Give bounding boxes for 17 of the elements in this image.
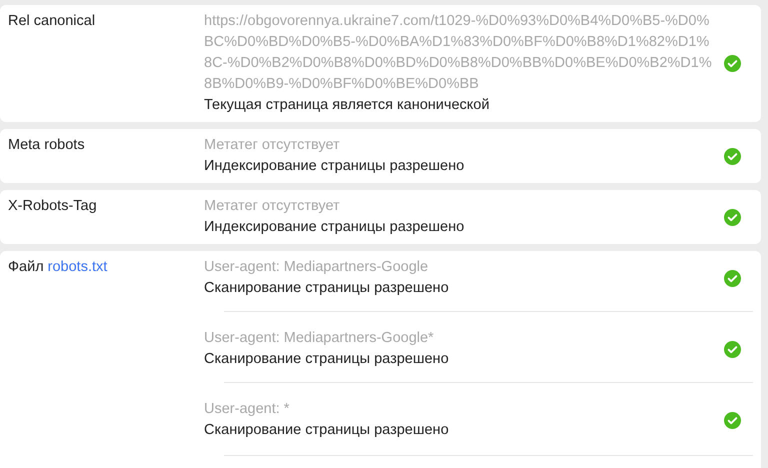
result-text: Сканирование страницы разрешено (204, 350, 450, 369)
section-label: Rel canonical (8, 12, 96, 31)
detail-text: User-agent: Mediapartners-Google* (204, 329, 435, 348)
detail-text: User-agent: * (204, 400, 290, 419)
detail-text: Метатег отсутствует (204, 136, 341, 155)
detail-text: Метатег отсутствует (204, 197, 341, 216)
result-text: Индексирование страницы разрешено (204, 218, 466, 237)
section-label: X-Robots-Tag (8, 197, 97, 216)
detail-text: https://obgovorennya.ukraine7.com/t1029-%D0%93%D0%B4%D0%B5-%D0%BC%D0%BD%D0%B5-%D0%BA%D1%83%D0%BF%D0%B8%D1%82%D1%8C-%D0%B2%D0%B8%D0%BD%D0%B8%D0%BB%D0%BE%D0%B2%D1%8B%D0%B9-%D0%BF%D0%BE%D0%BB (204, 12, 713, 94)
result-text: Индексирование страницы разрешено (204, 157, 466, 176)
result-text: Сканирование страницы разрешено (204, 279, 450, 298)
detail-text: User-agent: Mediapartners-Google (204, 258, 430, 277)
file-link[interactable]: robots.txt (48, 257, 108, 279)
result-text: Сканирование страницы разрешено (204, 421, 450, 440)
section-label: Файл (8, 258, 44, 277)
result-text: Текущая страница является канонической (204, 96, 490, 115)
section-label: Meta robots (8, 136, 85, 155)
